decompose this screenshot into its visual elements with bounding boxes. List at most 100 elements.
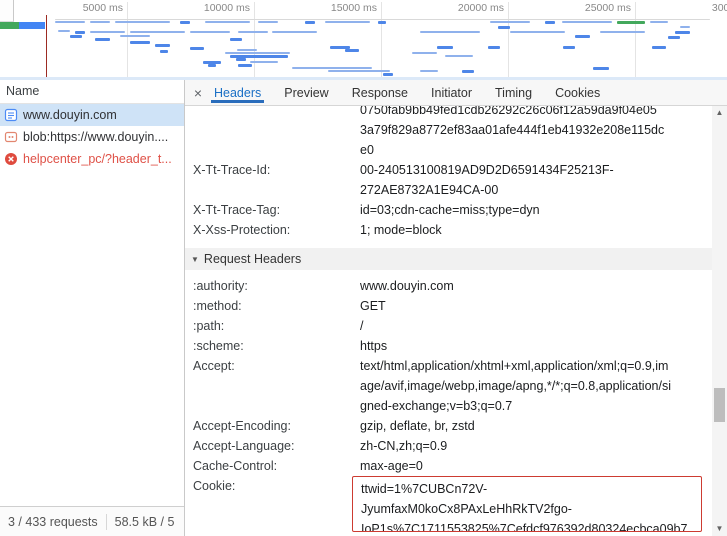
header-row: X-Xss-Protection:1; mode=block	[185, 220, 712, 240]
header-value: ttwid=1%7CUBCn72V- JyumfaxM0koCx8PAxLeHh…	[361, 479, 702, 532]
error-icon	[4, 152, 18, 166]
waterfall-bar	[180, 21, 190, 24]
header-value: 0750fab9bb49fed1cdb26292c26c06f12a59da9f…	[360, 106, 702, 160]
ruler-tick-label: 10000 ms	[204, 2, 250, 14]
waterfall-bar	[160, 50, 168, 53]
waterfall-bar	[155, 44, 170, 47]
waterfall-bar	[58, 30, 70, 32]
header-value: id=03;cdn-cache=miss;type=dyn	[360, 200, 702, 220]
waterfall-bar	[498, 26, 510, 29]
waterfall-bar	[75, 31, 85, 34]
waterfall-bar	[225, 52, 290, 54]
header-row: X-Tt-Trace-Id:00-240513100819AD9D2D65914…	[185, 160, 712, 200]
waterfall-bar	[292, 67, 372, 69]
tab-headers[interactable]: Headers	[211, 86, 264, 103]
close-icon[interactable]: ×	[185, 85, 211, 101]
request-headers-section[interactable]: ▼ Request Headers	[185, 248, 712, 270]
chevron-down-icon: ▼	[191, 255, 199, 264]
waterfall-bar	[563, 46, 575, 49]
request-details-pane: × Headers Preview Response Initiator Timing C…	[185, 80, 727, 536]
header-value: www.douyin.com	[360, 276, 702, 296]
waterfall-bar	[237, 49, 257, 51]
vertical-scrollbar[interactable]: ▲ ▼	[712, 106, 727, 536]
ruler-gridline	[127, 2, 128, 80]
header-name: :method:	[185, 296, 360, 316]
header-value: /	[360, 316, 702, 336]
blob-icon	[4, 130, 18, 144]
waterfall-bar	[238, 31, 268, 33]
request-row[interactable]: blob:https://www.douyin....	[0, 126, 184, 148]
page-bar-content	[19, 22, 45, 29]
waterfall-bar	[230, 38, 242, 41]
request-row-label: blob:https://www.douyin....	[23, 126, 168, 148]
waterfall-bar	[250, 61, 278, 63]
header-row: X-Tt-Trace-Tag:id=03;cdn-cache=miss;type…	[185, 200, 712, 220]
request-list-pane: Name www.douyin.comblob:https://www.douy…	[0, 80, 185, 536]
transferred-size: 58.5 kB / 5	[107, 515, 183, 529]
header-name: :path:	[185, 316, 360, 336]
waterfall-bar	[617, 21, 645, 24]
waterfall-bar	[95, 38, 110, 41]
waterfall-bar	[510, 31, 565, 33]
header-name	[185, 106, 360, 160]
header-value: GET	[360, 296, 702, 316]
ruler-tick-label: 20000 ms	[458, 2, 504, 14]
ruler-tick-label: 30000 ms	[712, 2, 727, 14]
ruler-gridline	[635, 2, 636, 80]
tab-preview[interactable]: Preview	[281, 86, 331, 100]
waterfall-bar	[130, 31, 185, 33]
header-name: Accept:	[185, 356, 360, 416]
waterfall-bar	[190, 31, 230, 33]
tab-initiator[interactable]: Initiator	[428, 86, 475, 100]
waterfall-bar	[190, 47, 204, 50]
network-overview[interactable]: 5000 ms10000 ms15000 ms20000 ms25000 ms3…	[0, 0, 727, 81]
header-value: gzip, deflate, br, zstd	[360, 416, 702, 436]
header-name: :authority:	[185, 276, 360, 296]
waterfall-bar	[70, 35, 82, 38]
request-row[interactable]: helpcenter_pc/?header_t...	[0, 148, 184, 170]
waterfall-bar	[305, 21, 315, 24]
waterfall-bar	[272, 31, 317, 33]
waterfall-bar	[236, 58, 246, 61]
header-row: :method:GET	[185, 296, 712, 316]
request-row-label: www.douyin.com	[23, 104, 117, 126]
ruler-gridline	[381, 2, 382, 80]
header-row: 0750fab9bb49fed1cdb26292c26c06f12a59da9f…	[185, 106, 712, 160]
waterfall-bar	[328, 70, 390, 72]
waterfall-bar	[208, 64, 216, 67]
tab-response[interactable]: Response	[349, 86, 411, 100]
waterfall-bar	[445, 55, 473, 57]
waterfall-bar	[680, 26, 690, 28]
waterfall-bar	[462, 70, 474, 73]
header-name: Accept-Language:	[185, 436, 360, 456]
scroll-down-icon[interactable]: ▼	[712, 522, 727, 536]
header-row: Cookie:ttwid=1%7CUBCn72V- JyumfaxM0koCx8…	[185, 476, 712, 532]
header-row: :authority:www.douyin.com	[185, 276, 712, 296]
waterfall-bar	[650, 21, 668, 23]
header-value: max-age=0	[360, 456, 702, 476]
header-row: :path:/	[185, 316, 712, 336]
details-tabs: Headers Preview Response Initiator Timing Coo…	[211, 81, 620, 105]
waterfall-bar	[130, 41, 150, 44]
header-value: zh-CN,zh;q=0.9	[360, 436, 702, 456]
column-header-name[interactable]: Name	[0, 80, 184, 104]
scrollbar-thumb[interactable]	[714, 388, 725, 422]
header-name: Accept-Encoding:	[185, 416, 360, 436]
header-name: X-Xss-Protection:	[185, 220, 360, 240]
ruler-tick-label: 15000 ms	[331, 2, 377, 14]
scroll-up-icon[interactable]: ▲	[712, 106, 727, 120]
headers-content: 0750fab9bb49fed1cdb26292c26c06f12a59da9f…	[185, 106, 712, 536]
waterfall-bar	[490, 21, 530, 23]
waterfall-bar	[120, 35, 150, 37]
waterfall-bar	[545, 21, 555, 24]
cookie-value-highlight: ttwid=1%7CUBCn72V- JyumfaxM0koCx8PAxLeHh…	[352, 476, 702, 532]
waterfall-bar	[600, 31, 645, 33]
waterfall-bar	[258, 21, 278, 23]
section-label: Request Headers	[204, 252, 301, 266]
tab-cookies[interactable]: Cookies	[552, 86, 603, 100]
details-tabbar: × Headers Preview Response Initiator Timing C…	[185, 80, 727, 106]
devtools-network-panel: 5000 ms10000 ms15000 ms20000 ms25000 ms3…	[0, 0, 727, 536]
tab-timing[interactable]: Timing	[492, 86, 535, 100]
waterfall-bar	[437, 46, 453, 49]
request-row[interactable]: www.douyin.com	[0, 104, 184, 126]
